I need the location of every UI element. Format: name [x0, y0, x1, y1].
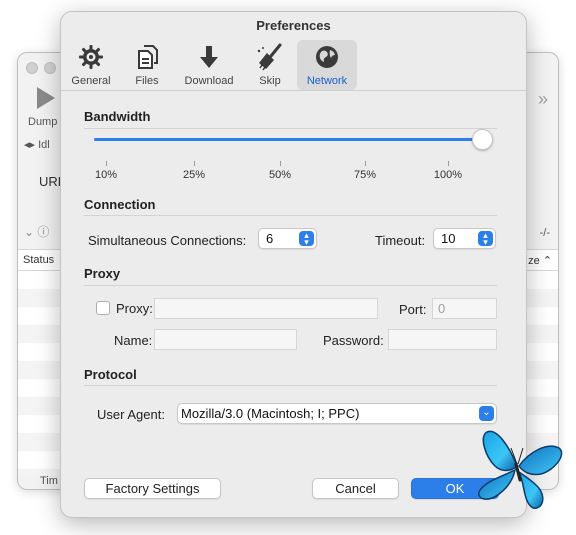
slider-tick — [280, 161, 281, 166]
connection-section-title: Connection — [84, 197, 156, 212]
protocol-section-title: Protocol — [84, 367, 137, 382]
cancel-button[interactable]: Cancel — [312, 478, 399, 499]
column-size[interactable]: ze ⌃ — [528, 254, 552, 267]
tab-download[interactable]: Download — [177, 40, 241, 90]
chevron-down-icon: ⌄ — [479, 406, 494, 421]
tab-general[interactable]: General — [67, 40, 115, 90]
password-field[interactable] — [388, 329, 497, 350]
dump-button-label: Dump — [28, 116, 58, 128]
tab-files-label: Files — [135, 75, 159, 87]
user-agent-value: Mozilla/3.0 (Macintosh; I; PPC) — [181, 406, 360, 421]
timeout-label: Timeout: — [375, 233, 426, 248]
user-agent-popup[interactable]: Mozilla/3.0 (Macintosh; I; PPC) ⌄ — [177, 403, 497, 424]
proxy-host-field[interactable] — [154, 298, 378, 319]
proxy-section-title: Proxy — [84, 266, 121, 281]
slider-tick — [194, 161, 195, 166]
play-icon[interactable] — [37, 87, 55, 109]
footer-text: Tim — [40, 475, 58, 487]
preferences-window: Preferences General Files Download Skip … — [60, 11, 527, 518]
tab-skip-label: Skip — [259, 75, 281, 87]
broom-icon — [257, 43, 282, 71]
password-label: Password: — [323, 333, 384, 348]
tick-label-10: 10% — [94, 169, 118, 181]
window-title: Preferences — [256, 18, 331, 33]
slider-tick — [106, 161, 107, 166]
name-label: Name: — [114, 333, 153, 348]
toolbar-divider — [61, 90, 526, 91]
close-window-button[interactable] — [26, 62, 38, 74]
tab-skip[interactable]: Skip — [247, 40, 293, 90]
factory-settings-button[interactable]: Factory Settings — [84, 478, 221, 499]
bandwidth-section-title: Bandwidth — [84, 109, 151, 124]
tab-network[interactable]: Network — [297, 40, 357, 90]
proxy-checkbox[interactable] — [96, 301, 110, 315]
stepper-arrows-icon: ▴ ▾ — [478, 231, 493, 247]
port-field[interactable]: 0 — [432, 298, 497, 319]
name-field[interactable] — [154, 329, 297, 350]
simultaneous-connections-popup[interactable]: 6 ▴ ▾ — [258, 228, 317, 249]
simultaneous-connections-label: Simultaneous Connections: — [88, 233, 247, 248]
progress-readout: -/- — [539, 227, 550, 239]
minimize-window-button[interactable] — [44, 62, 56, 74]
gear-icon — [79, 45, 103, 69]
port-placeholder: 0 — [438, 301, 446, 316]
column-status[interactable]: Status — [23, 254, 54, 266]
connection-divider — [84, 215, 497, 216]
preferences-toolbar: General Files Download Skip Network — [61, 40, 526, 90]
proxy-label: Proxy: — [116, 301, 153, 316]
stepper-arrows-icon: ▴ ▾ — [299, 231, 314, 247]
butterfly-image — [478, 430, 563, 509]
download-arrow-icon — [200, 46, 218, 68]
chevron-right-icon[interactable]: » — [538, 89, 548, 110]
bandwidth-divider — [84, 128, 497, 129]
bandwidth-slider-track[interactable] — [94, 138, 490, 141]
info-icon[interactable]: ⌄ ⓘ — [24, 223, 49, 240]
protocol-divider — [84, 385, 497, 386]
port-label: Port: — [399, 302, 427, 317]
tick-label-25: 25% — [182, 169, 206, 181]
timeout-popup[interactable]: 10 ▴ ▾ — [433, 228, 496, 249]
proxy-divider — [84, 285, 497, 286]
tab-general-label: General — [71, 75, 111, 87]
bandwidth-slider-fill — [94, 138, 490, 141]
tab-network-label: Network — [306, 75, 348, 87]
slider-tick — [365, 161, 366, 166]
tick-label-50: 50% — [268, 169, 292, 181]
globe-icon — [316, 46, 338, 68]
timeout-value: 10 — [441, 231, 456, 246]
tab-download-label: Download — [184, 75, 234, 87]
bandwidth-slider-knob[interactable] — [472, 129, 493, 150]
user-agent-label: User Agent: — [97, 407, 165, 422]
simultaneous-connections-value: 6 — [266, 231, 274, 246]
tick-label-100: 100% — [433, 169, 463, 181]
tab-files[interactable]: Files — [123, 40, 171, 90]
slider-tick — [448, 161, 449, 166]
files-icon — [138, 45, 158, 69]
status-text: ◂▸ Idl — [24, 139, 50, 151]
tick-label-75: 75% — [353, 169, 377, 181]
